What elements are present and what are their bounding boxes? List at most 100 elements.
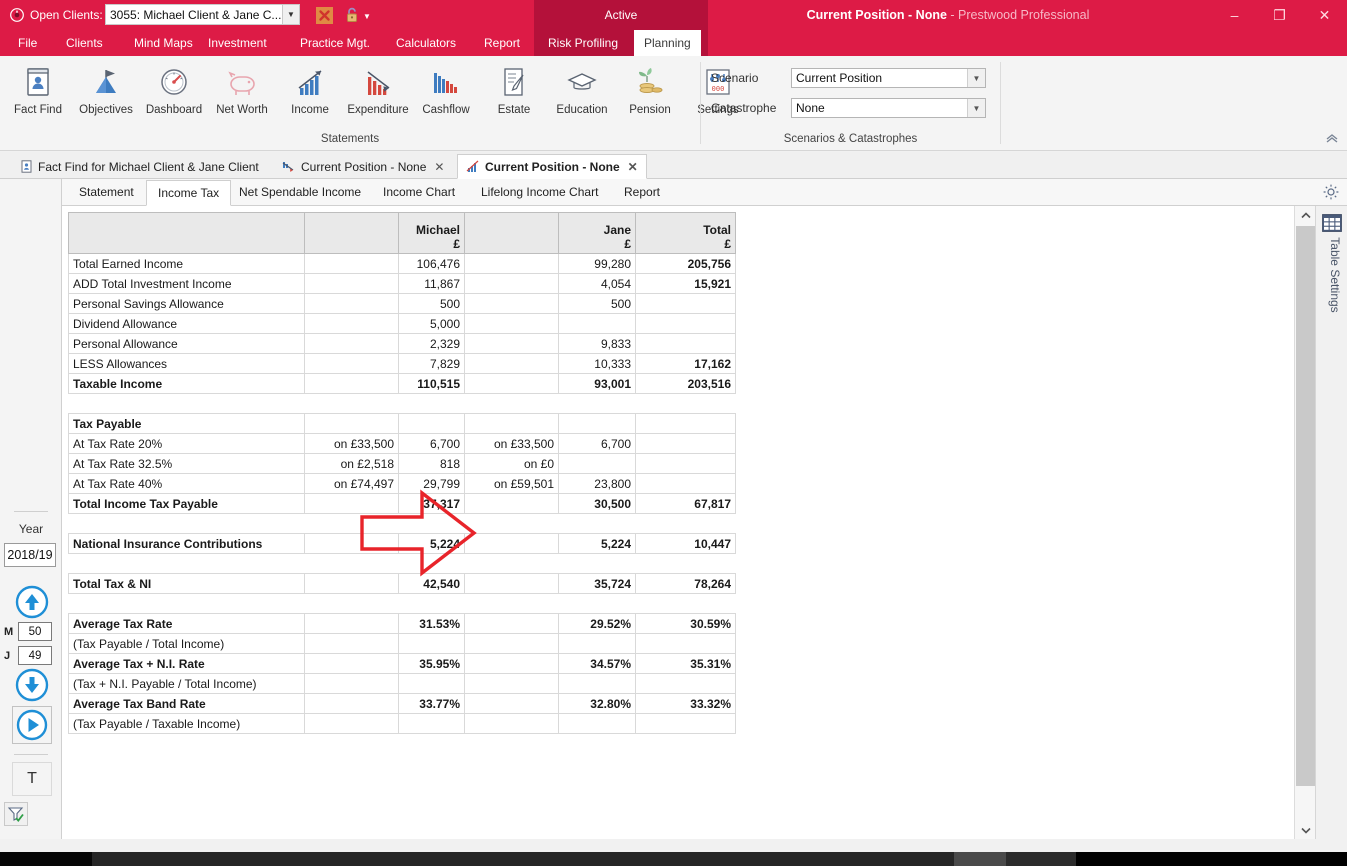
table-row-dividend-allowance[interactable]: Dividend Allowance 5,000 [68,313,736,334]
row-note-michael [304,333,399,354]
year-value[interactable]: 2018/19 [4,543,56,567]
table-row[interactable]: (Tax Payable / Total Income) [68,633,736,654]
table-row[interactable]: Personal Allowance 2,329 9,833 [68,333,736,354]
table-row[interactable]: ADD Total Investment Income 11,867 4,054… [68,273,736,294]
table-settings-side-panel[interactable]: Table Settings [1315,206,1347,839]
table-vertical-scrollbar[interactable] [1294,206,1315,839]
row-value-michael: 110,515 [398,373,465,394]
fact-find-tab-icon [19,160,33,174]
os-taskbar[interactable] [0,852,1347,866]
year-increase-button[interactable] [15,585,49,619]
panel-divider-lower [14,754,48,755]
close-x-icon [319,10,330,21]
minimize-button[interactable]: – [1212,0,1257,30]
scroll-down-button[interactable] [1295,821,1316,839]
menu-item-practice-mgt[interactable]: Practice Mgt. [290,30,380,56]
ribbon-button-expenditure[interactable]: Expenditure [344,58,412,134]
row-note-jane [464,613,559,634]
ribbon-button-income[interactable]: Income [276,58,344,134]
row-value-michael: 5,224 [398,533,465,554]
doc-tab-fact-find[interactable]: Fact Find for Michael Client & Jane Clie… [10,154,268,179]
scrollbar-thumb[interactable] [1296,226,1315,786]
doc-tab-close-icon[interactable]: ✕ [628,160,638,174]
unlock-dropdown-arrow-icon[interactable]: ▼ [363,12,371,21]
menu-item-risk-profiling[interactable]: Risk Profiling [538,30,628,56]
row-value-michael: 35.95% [398,653,465,674]
menu-item-planning[interactable]: Planning [634,30,701,56]
table-row-average-tax-rate[interactable]: Average Tax Rate 31.53% 29.52% 30.59% [68,613,736,634]
table-row-average-tax-plus-ni-rate[interactable]: Average Tax + N.I. Rate 35.95% 34.57% 35… [68,653,736,674]
table-row[interactable]: (Tax Payable / Taxable Income) [68,713,736,734]
menu-item-file[interactable]: File [8,30,47,56]
ribbon-label-income: Income [291,104,329,116]
chevron-down-icon[interactable]: ▼ [282,5,299,24]
maximize-button[interactable]: ❐ [1257,0,1302,30]
play-circle-icon [16,709,48,741]
menu-item-mind-maps[interactable]: Mind Maps [124,30,203,56]
ribbon-button-estate[interactable]: Estate [480,58,548,134]
open-clients-combobox[interactable]: 3055: Michael Client & Jane C... ▼ [105,4,300,25]
sub-tab-report[interactable]: Report [613,180,671,206]
table-row[interactable]: At Tax Rate 32.5% on £2,518 818 on £0 [68,453,736,474]
row-note-jane [464,313,559,334]
age-value-michael[interactable]: 50 [18,622,52,641]
ribbon-button-cashflow[interactable]: Cashflow [412,58,480,134]
ribbon-label-net-dashboard: Dashboard [145,104,203,116]
gear-icon[interactable] [1322,183,1342,203]
sub-tab-income-chart[interactable]: Income Chart [372,180,466,206]
ribbon-button-dashboard[interactable]: Dashboard [140,58,208,134]
menu-item-investment[interactable]: Investment [198,30,277,56]
table-row-taxable-income[interactable]: Taxable Income 110,515 93,001 203,516 [68,373,736,394]
collapse-ribbon-button[interactable] [1325,132,1339,146]
table-row[interactable]: At Tax Rate 40% on £74,497 29,799 on £59… [68,473,736,494]
text-mode-button[interactable]: T [12,762,52,796]
education-icon [563,62,601,102]
sub-tab-income-tax[interactable]: Income Tax [146,180,232,206]
table-row-total-income-tax-payable[interactable]: Total Income Tax Payable 37,317 30,500 6… [68,493,736,514]
unlock-icon[interactable] [343,6,361,24]
play-timeline-button[interactable] [12,706,52,744]
taskbar-segment-active [954,852,1006,866]
arrow-down-circle-icon [15,668,49,702]
close-clients-button[interactable] [316,7,333,24]
table-row-average-tax-band-rate[interactable]: Average Tax Band Rate 33.77% 32.80% 33.3… [68,693,736,714]
table-row-national-insurance[interactable]: National Insurance Contributions 5,224 5… [68,533,736,554]
sub-tab-lifelong-income-chart[interactable]: Lifelong Income Chart [470,180,609,206]
sub-tab-statement[interactable]: Statement [68,180,145,206]
table-row[interactable]: At Tax Rate 20% on £33,500 6,700 on £33,… [68,433,736,454]
scenario-combobox[interactable]: Current Position ▼ [791,68,986,88]
doc-tab-current-position-1[interactable]: Current Position - None ✕ [273,154,453,179]
year-decrease-button[interactable] [15,668,49,702]
ribbon-button-education[interactable]: Education [548,58,616,134]
table-row[interactable]: LESS Allowances 7,829 10,333 17,162 [68,353,736,374]
menu-item-clients[interactable]: Clients [56,30,113,56]
table-row[interactable]: Personal Savings Allowance 500 500 [68,293,736,314]
header-michael-name: Michael [415,223,460,237]
app-logo-icon [10,8,24,22]
chevron-down-icon[interactable]: ▼ [967,69,985,87]
table-row-total-tax-and-ni[interactable]: Total Tax & NI 42,540 35,724 78,264 [68,573,736,594]
table-row[interactable]: (Tax + N.I. Payable / Total Income) [68,673,736,694]
ribbon-button-net-worth[interactable]: Net Worth [208,58,276,134]
close-window-button[interactable]: ✕ [1302,0,1347,30]
doc-tab-current-position-2[interactable]: Current Position - None ✕ [457,154,647,179]
catastrophe-label: Catastrophe [711,101,777,115]
age-key-michael: M [4,625,14,638]
ribbon-button-fact-find[interactable]: Fact Find [4,58,72,134]
catastrophe-combobox[interactable]: None ▼ [791,98,986,118]
ribbon-button-objectives[interactable]: Objectives [72,58,140,134]
menu-item-calculators[interactable]: Calculators [386,30,466,56]
row-note-jane [464,493,559,514]
table-row-tax-payable-heading[interactable]: Tax Payable [68,413,736,434]
ribbon-group-scenarios: Scenario Current Position ▼ Catastrophe … [701,56,1000,151]
ribbon-button-pension[interactable]: Pension [616,58,684,134]
scroll-up-button[interactable] [1295,206,1316,224]
chevron-down-icon[interactable]: ▼ [967,99,985,117]
filter-button[interactable] [4,802,28,826]
table-row[interactable]: Total Earned Income 106,476 99,280 205,7… [68,253,736,274]
doc-tab-close-icon[interactable]: ✕ [434,160,444,174]
menu-item-report[interactable]: Report [474,30,530,56]
age-value-jane[interactable]: 49 [18,646,52,665]
sub-tab-net-spendable-income[interactable]: Net Spendable Income [228,180,372,206]
row-value-michael: 31.53% [398,613,465,634]
